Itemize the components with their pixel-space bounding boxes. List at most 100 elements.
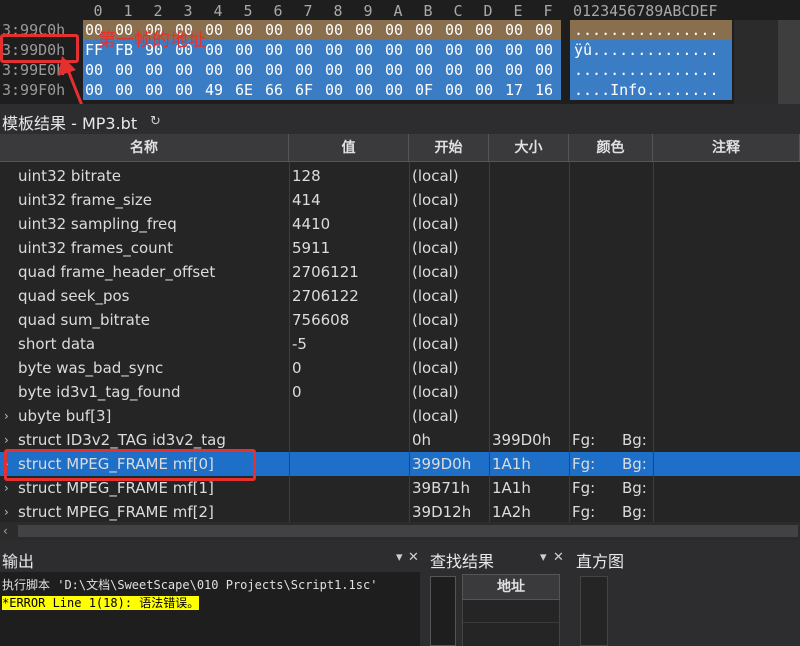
output-panel-body[interactable]: 执行脚本 'D:\文档\SweetScape\010 Projects\Scri… <box>0 572 420 646</box>
cell-fg <box>572 380 612 404</box>
cell-fg <box>572 188 612 212</box>
cell-value: 2706121 <box>292 263 359 281</box>
column-divider <box>489 162 490 522</box>
table-row[interactable]: quad frame_header_offset 2706121 (local) <box>0 260 800 284</box>
cell-bg <box>622 404 652 428</box>
arrow-left-icon[interactable]: ‹ <box>3 522 8 540</box>
cell-name: byte id3v1_tag_found <box>18 383 181 401</box>
cell-bg: Bg: <box>622 431 647 449</box>
cell-value <box>292 452 407 476</box>
table-row[interactable]: short data -5 (local) <box>0 332 800 356</box>
table-row[interactable]: byte id3v1_tag_found 0 (local) <box>0 380 800 404</box>
cell-fg <box>572 164 612 188</box>
template-results-titlebar: 模板结果 - MP3.bt ↻ <box>0 104 800 134</box>
cell-size <box>492 212 568 236</box>
close-icon[interactable]: ✕ <box>408 550 419 565</box>
cell-start: (local) <box>412 191 459 209</box>
table-row[interactable]: uint32 frame_size 414 (local) <box>0 188 800 212</box>
cell-size <box>492 236 568 260</box>
histogram-area <box>580 576 608 646</box>
output-error-line: *ERROR Line 1(18): 语法错误。 <box>2 596 200 610</box>
template-table-header: 名称值开始 大小 颜色 注释 <box>0 134 800 162</box>
cell-size <box>492 284 568 308</box>
cell-start: 0h <box>412 431 432 449</box>
close-icon[interactable]: ✕ <box>553 550 564 565</box>
cell-start: 39B71h <box>412 479 470 497</box>
cell-value: 0 <box>292 383 302 401</box>
cell-fg <box>572 260 612 284</box>
cell-start: (local) <box>412 215 459 233</box>
cell-bg <box>622 308 652 332</box>
cell-fg <box>572 308 612 332</box>
cell-size: 1A1h <box>492 479 531 497</box>
find-results-column-address[interactable]: 地址 <box>462 574 560 600</box>
cell-fg <box>572 356 612 380</box>
template-horizontal-scrollbar[interactable]: ‹ <box>0 522 800 540</box>
cell-start: (local) <box>412 167 459 185</box>
cell-name: byte was_bad_sync <box>18 359 164 377</box>
column-header[interactable]: 大小 <box>489 134 569 162</box>
cell-fg <box>572 404 612 428</box>
cell-start: (local) <box>412 287 459 305</box>
cell-value: 414 <box>292 191 321 209</box>
column-header[interactable]: 名称 <box>0 134 289 162</box>
column-divider <box>289 162 290 522</box>
cell-size: 1A2h <box>492 503 531 521</box>
cell-name: struct MPEG_FRAME mf[2] <box>18 503 214 521</box>
template-scroll-thumb[interactable] <box>18 525 798 537</box>
cell-fg <box>572 284 612 308</box>
cell-value: -5 <box>292 335 307 353</box>
column-header[interactable]: 开始 <box>409 134 489 162</box>
cell-bg <box>622 332 652 356</box>
cell-bg: Bg: <box>622 455 647 473</box>
column-header[interactable]: 值 <box>289 134 409 162</box>
histogram-title: 直方图 <box>576 552 625 571</box>
chevron-right-icon[interactable]: › <box>4 404 9 428</box>
cell-value: 128 <box>292 167 321 185</box>
cell-size <box>492 332 568 356</box>
cell-bg: Bg: <box>622 479 647 497</box>
cell-start: (local) <box>412 263 459 281</box>
cell-value <box>292 404 407 428</box>
table-row[interactable]: quad sum_bitrate 756608 (local) <box>0 308 800 332</box>
cell-bg <box>622 356 652 380</box>
cell-start: (local) <box>412 359 459 377</box>
cell-value: 2706122 <box>292 287 359 305</box>
cell-name: uint32 sampling_freq <box>18 215 177 233</box>
cell-value: 4410 <box>292 215 331 233</box>
cell-size <box>492 188 568 212</box>
cell-bg <box>622 380 652 404</box>
table-row[interactable]: quad seek_pos 2706122 (local) <box>0 284 800 308</box>
cell-size <box>492 308 568 332</box>
cell-size: 399D0h <box>492 431 552 449</box>
cell-start: (local) <box>412 383 459 401</box>
cell-fg: Fg: <box>572 479 596 497</box>
annotation-arrow-head <box>58 56 76 76</box>
table-row[interactable]: uint32 sampling_freq 4410 (local) <box>0 212 800 236</box>
cell-fg: Fg: <box>572 503 596 521</box>
chevron-down-icon[interactable]: ▾ <box>396 550 403 565</box>
chevron-right-icon[interactable]: › <box>4 500 9 522</box>
table-row[interactable]: › ubyte buf[3] (local) <box>0 404 800 428</box>
cell-value <box>292 428 407 452</box>
table-row[interactable]: uint32 frames_count 5911 (local) <box>0 236 800 260</box>
column-header[interactable]: 颜色 <box>569 134 653 162</box>
table-row[interactable]: byte was_bad_sync 0 (local) <box>0 356 800 380</box>
table-row[interactable]: uint32 bitrate 128 (local) <box>0 164 800 188</box>
cell-bg <box>622 212 652 236</box>
find-results-list[interactable] <box>462 600 561 646</box>
chevron-down-icon[interactable]: ▾ <box>540 550 547 565</box>
cell-start: (local) <box>412 407 459 425</box>
cell-start: (local) <box>412 239 459 257</box>
refresh-icon[interactable]: ↻ <box>150 114 161 129</box>
column-header[interactable]: 注释 <box>653 134 800 162</box>
table-row[interactable]: › struct MPEG_FRAME mf[2] 39D12h 1A2h Fg: Bg: <box>0 500 800 522</box>
cell-value <box>292 500 407 522</box>
output-panel-title: 输出 <box>2 552 35 571</box>
cell-size <box>492 164 568 188</box>
cell-bg <box>622 284 652 308</box>
cell-size <box>492 356 568 380</box>
cell-fg: Fg: <box>572 431 596 449</box>
cell-size <box>492 404 568 428</box>
cell-size: 1A1h <box>492 455 531 473</box>
